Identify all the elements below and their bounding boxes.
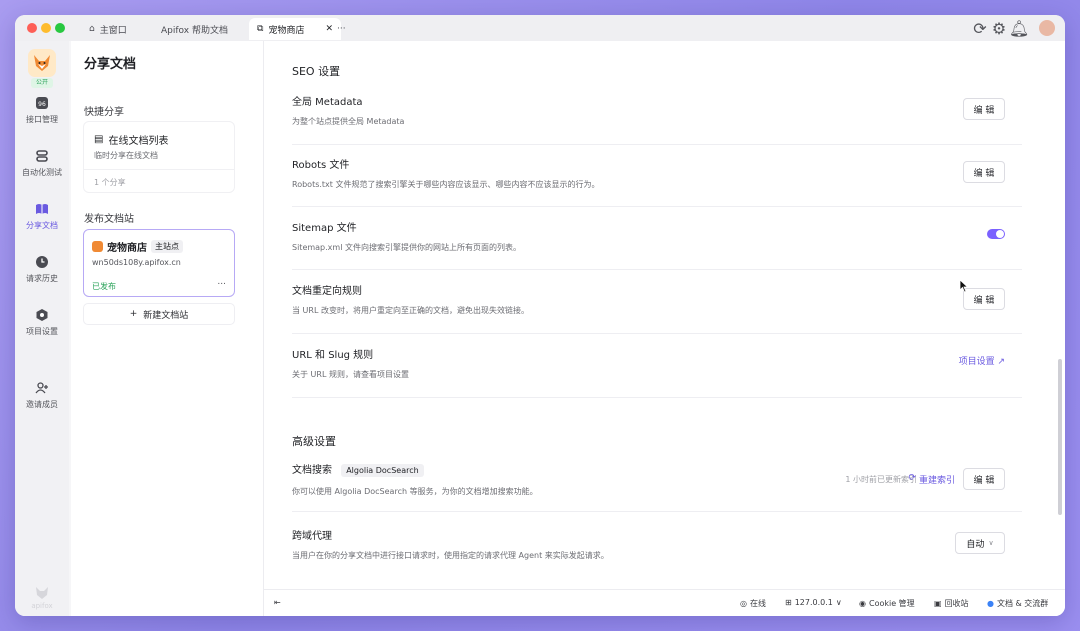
- nav-rail: 公开 96 接口管理 自动化测试 分享文档 请求历史 项目设置 邀请成员 api…: [15, 41, 69, 616]
- bell-icon[interactable]: 🔔︎: [1009, 19, 1029, 38]
- sidebar-title: 分享文档: [84, 57, 137, 72]
- rail-item-autotest[interactable]: 自动化测试: [15, 149, 69, 178]
- tab-help[interactable]: Apifox 帮助文档: [153, 18, 236, 40]
- doc-sidebar: 分享文档 快捷分享 ▤ 在线文档列表 临时分享在线文档 1 个分享 发布文档站 …: [71, 41, 264, 616]
- rail-item-invite[interactable]: 邀请成员: [15, 381, 69, 410]
- clock-icon: [36, 256, 48, 268]
- project-avatar[interactable]: [28, 49, 56, 77]
- fox-icon: [34, 55, 50, 71]
- site-fox-icon: [92, 241, 103, 252]
- title-bar: ⌂ 主窗口 Apifox 帮助文档 ⧉ 宠物商店 ✕ ··· ⟳ ⚙ 🔔︎: [15, 15, 1065, 41]
- site-card[interactable]: 宠物商店 主站点 wn50ds108y.apifox.cn 已发布 ...: [83, 229, 235, 297]
- site-url: wn50ds108y.apifox.cn: [92, 258, 181, 267]
- site-name: 宠物商店: [107, 243, 147, 254]
- app-window: ⌂ 主窗口 Apifox 帮助文档 ⧉ 宠物商店 ✕ ··· ⟳ ⚙ 🔔︎ 公开…: [15, 15, 1065, 616]
- docs-icon: ●: [987, 599, 994, 608]
- algolia-tag: Algolia DocSearch: [341, 464, 424, 477]
- divider: [292, 397, 1022, 398]
- status-ip[interactable]: ⊞ 127.0.0.1 ∨: [785, 598, 842, 607]
- add-user-icon: [35, 382, 48, 394]
- new-site-button[interactable]: + 新建文档站: [83, 303, 235, 325]
- seo-heading: SEO 设置: [292, 65, 341, 78]
- divider: [292, 511, 1022, 512]
- proxy-select[interactable]: 自动 ∨: [955, 532, 1005, 554]
- divider: [292, 269, 1022, 270]
- minimize-window-button[interactable]: [41, 23, 51, 33]
- refresh-icon: ⟳: [908, 473, 916, 483]
- rail-item-history[interactable]: 请求历史: [15, 255, 69, 284]
- divider: [292, 206, 1022, 207]
- reindex-button[interactable]: ⟳ 重建索引: [908, 473, 955, 486]
- site-more-button[interactable]: ...: [217, 277, 226, 287]
- site-badge: 主站点: [151, 240, 183, 253]
- row-cors-proxy: 跨域代理 当用户在你的分享文档中进行接口请求时，使用指定的请求代理 Agent …: [292, 531, 609, 560]
- edit-robots-button[interactable]: 编 辑: [963, 161, 1005, 183]
- network-icon: ⊞: [785, 598, 792, 607]
- refresh-icon[interactable]: ⟳: [973, 19, 987, 38]
- sitemap-toggle[interactable]: [987, 229, 1005, 239]
- status-docs[interactable]: ● 文档 & 交流群: [987, 598, 1048, 609]
- book-icon: [36, 204, 48, 214]
- edit-metadata-button[interactable]: 编 辑: [963, 98, 1005, 120]
- collapse-sidebar-icon[interactable]: ⇤: [274, 598, 281, 607]
- publish-heading: 发布文档站: [84, 214, 134, 225]
- rail-item-settings[interactable]: 项目设置: [15, 308, 69, 337]
- public-badge: 公开: [31, 78, 53, 88]
- chevron-down-icon: ∨: [835, 598, 842, 607]
- divider: [292, 144, 1022, 145]
- share-count: 1 个分享: [84, 169, 234, 195]
- edit-search-button[interactable]: 编 辑: [963, 468, 1005, 490]
- divider: [292, 333, 1022, 334]
- tab-shop[interactable]: ⧉ 宠物商店 ✕: [249, 18, 341, 40]
- main-panel: SEO 设置 全局 Metadata 为整个站点提供全局 Metadata 编 …: [264, 41, 1065, 616]
- status-bar: ⇤ ◎ 在线 ⊞ 127.0.0.1 ∨ ◉ Cookie 管理 ▣ 回收站 ● 文档 & …: [264, 589, 1065, 616]
- quick-share-heading: 快捷分享: [84, 107, 124, 118]
- scrollbar-thumb[interactable]: [1058, 359, 1062, 515]
- advanced-heading: 高级设置: [292, 435, 336, 448]
- apifox-logo: apifox: [15, 586, 69, 610]
- gear-icon[interactable]: ⚙: [992, 19, 1006, 38]
- stack-icon: [36, 150, 48, 162]
- maximize-window-button[interactable]: [55, 23, 65, 33]
- toggle-knob: [996, 230, 1004, 238]
- document-icon: ▤: [94, 134, 104, 145]
- apifox-mark-icon: [36, 587, 48, 599]
- mouse-cursor-icon: [959, 279, 969, 293]
- row-sitemap: Sitemap 文件 Sitemap.xml 文件向搜索引擎提供你的网站上所有页…: [292, 223, 521, 252]
- rail-item-api[interactable]: 96 接口管理: [15, 96, 69, 125]
- status-online[interactable]: ◎ 在线: [740, 598, 766, 609]
- cookie-icon: ◉: [859, 599, 866, 608]
- row-global-metadata: 全局 Metadata 为整个站点提供全局 Metadata: [292, 97, 405, 126]
- link-icon: ⧉: [257, 24, 264, 34]
- plus-icon: +: [129, 309, 138, 319]
- more-tabs-button[interactable]: ···: [329, 18, 354, 40]
- home-icon: ⌂: [89, 24, 95, 34]
- index-updated-text: 1 小时前已更新索引: [845, 475, 917, 484]
- api-icon: 96: [36, 97, 48, 109]
- status-recycle[interactable]: ▣ 回收站: [934, 598, 969, 609]
- hexagon-gear-icon: [36, 309, 48, 321]
- rail-item-share-docs[interactable]: 分享文档: [15, 202, 69, 231]
- tab-home[interactable]: ⌂ 主窗口: [81, 18, 135, 40]
- row-url-slug: URL 和 Slug 规则 关于 URL 规则，请查看项目设置: [292, 350, 409, 379]
- row-redirect: 文档重定向规则 当 URL 改变时，将用户重定向至正确的文档，避免出现失效链接。: [292, 286, 529, 315]
- row-robots: Robots 文件 Robots.txt 文件规范了搜索引擎关于哪些内容应该显示…: [292, 160, 600, 189]
- check-circle-icon: ◎: [740, 599, 747, 608]
- edit-redirect-button[interactable]: 编 辑: [963, 288, 1005, 310]
- svg-text:96: 96: [38, 101, 46, 108]
- project-settings-link[interactable]: 项目设置 ↗: [959, 354, 1005, 367]
- site-status: 已发布: [92, 282, 116, 291]
- chevron-down-icon: ∨: [988, 539, 994, 547]
- close-window-button[interactable]: [27, 23, 37, 33]
- status-cookie[interactable]: ◉ Cookie 管理: [859, 598, 915, 609]
- online-doc-list-card[interactable]: ▤ 在线文档列表 临时分享在线文档 1 个分享: [83, 121, 235, 193]
- trash-icon: ▣: [934, 599, 942, 608]
- avatar[interactable]: [1039, 20, 1055, 36]
